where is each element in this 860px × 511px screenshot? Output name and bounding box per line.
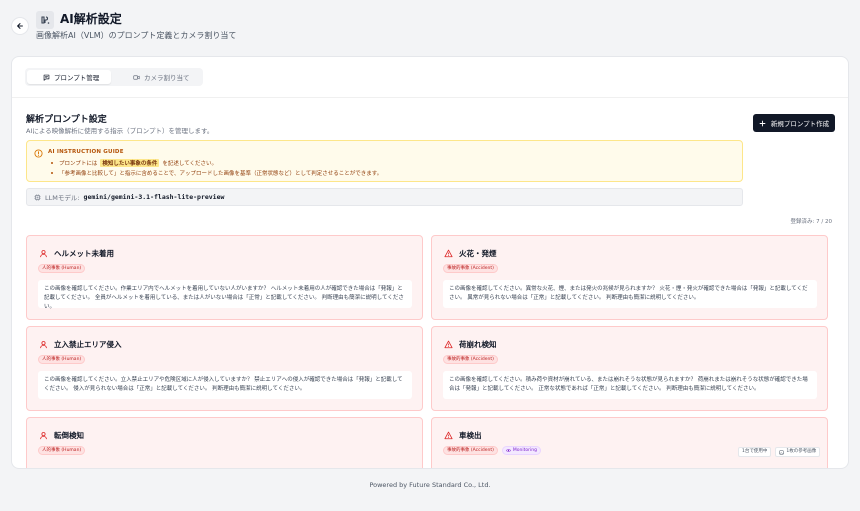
back-button[interactable] bbox=[11, 17, 29, 35]
prompt-body: この画像を確認してください。異常な火花、煙、または発火の兆候が見られますか？ 火… bbox=[443, 280, 817, 308]
video-icon bbox=[133, 74, 140, 80]
settings-card: プロンプト管理 カメラ割り当て 解析プロンプト設定 AIによる映像解析に使用する… bbox=[11, 56, 849, 469]
prompt-card-header: ヘルメット未着用 bbox=[39, 248, 114, 259]
prompt-card[interactable]: 車検出 事故的事象 (Accident) Monitoring bbox=[431, 417, 828, 468]
category-badge: 事故的事象 (Accident) bbox=[443, 446, 498, 455]
warning-icon bbox=[444, 249, 453, 258]
arrow-left-icon bbox=[17, 23, 23, 29]
llm-model-bar: LLMモデル: gemini/gemini-3.1-flash-lite-pre… bbox=[26, 188, 743, 206]
warning-icon bbox=[444, 340, 453, 349]
prompt-card[interactable]: 立入禁止エリア侵入 人的事象 (Human) この画像を確認してください。立入禁… bbox=[26, 326, 423, 411]
registered-count: 登録済み: 7 / 20 bbox=[790, 219, 832, 225]
tab-camera-assignment[interactable]: カメラ割り当て bbox=[125, 70, 201, 84]
tab-prompt-management[interactable]: プロンプト管理 bbox=[27, 70, 111, 84]
category-badge: 人的事象 (Human) bbox=[38, 264, 86, 273]
prompt-card-header: 荷崩れ検知 bbox=[444, 339, 497, 350]
camera-usage: 1台で使用中 bbox=[738, 447, 772, 457]
monitoring-label: Monitoring bbox=[512, 448, 537, 453]
reference-image-label: 1枚の参考画像 bbox=[786, 449, 817, 454]
guide-line: プロンプトには 検知したい事象の条件 を記述してください。 bbox=[51, 159, 217, 167]
warning-icon bbox=[444, 431, 453, 440]
guide-title: AI INSTRUCTION GUIDE bbox=[48, 149, 124, 155]
prompt-card-header: 車検出 bbox=[444, 430, 482, 441]
user-icon bbox=[39, 431, 48, 440]
divider bbox=[12, 97, 848, 98]
eye-icon bbox=[505, 449, 511, 452]
image-icon bbox=[779, 450, 785, 454]
category-badge: 人的事象 (Human) bbox=[38, 446, 86, 455]
user-icon bbox=[39, 340, 48, 349]
new-prompt-button[interactable]: 新規プロンプト作成 bbox=[753, 114, 835, 132]
prompt-title: 車検出 bbox=[459, 431, 482, 440]
llm-label: LLMモデル: bbox=[45, 194, 80, 202]
message-icon bbox=[43, 74, 50, 81]
prompt-title: 荷崩れ検知 bbox=[459, 340, 497, 349]
prompt-title: 転倒検知 bbox=[54, 431, 84, 440]
prompt-title: 火花・発煙 bbox=[459, 249, 497, 258]
guide-text: を記述してください。 bbox=[162, 161, 218, 167]
section-title: 解析プロンプト設定 bbox=[26, 115, 107, 125]
prompt-body: この画像を確認してください。作業エリア内でヘルメットを着用していない人がいますか… bbox=[38, 280, 412, 310]
new-prompt-label: 新規プロンプト作成 bbox=[770, 120, 830, 128]
prompt-card[interactable]: 火花・発煙 事故的事象 (Accident) この画像を確認してください。異常な… bbox=[431, 235, 828, 320]
ai-icon bbox=[36, 11, 54, 29]
bullet bbox=[51, 162, 53, 164]
plus-icon bbox=[759, 120, 766, 126]
prompt-title: 立入禁止エリア侵入 bbox=[54, 340, 122, 349]
prompt-card[interactable]: ヘルメット未着用 人的事象 (Human) この画像を確認してください。作業エリ… bbox=[26, 235, 423, 320]
info-icon bbox=[34, 149, 43, 158]
bullet bbox=[51, 172, 53, 174]
prompt-card-header: 火花・発煙 bbox=[444, 248, 497, 259]
user-icon bbox=[39, 249, 48, 258]
section-description: AIによる映像解析に使用する指示（プロンプト）を管理します。 bbox=[26, 127, 214, 135]
prompt-card-header: 立入禁止エリア侵入 bbox=[39, 339, 122, 350]
prompt-card-header: 転倒検知 bbox=[39, 430, 84, 441]
category-badge: 事故的事象 (Accident) bbox=[443, 355, 498, 364]
guide-highlight: 検知したい事象の条件 bbox=[100, 159, 160, 167]
tab-label: カメラ割り当て bbox=[144, 74, 190, 82]
monitoring-badge: Monitoring bbox=[501, 446, 541, 455]
footer: Powered by Future Standard Co., Ltd. bbox=[369, 481, 491, 489]
category-badge: 事故的事象 (Accident) bbox=[443, 264, 498, 273]
prompt-body: この画像を確認してください。積み荷や資材が崩れている、または崩れそうな状態が見ら… bbox=[443, 371, 817, 399]
prompt-body: この画像を確認してください。立入禁止エリアや危険区域に人が侵入していますか？ 禁… bbox=[38, 371, 412, 399]
guide-line: 「参考画像と比較して」と指示に含めることで、アップロードした画像を基準（正常状態… bbox=[51, 169, 382, 177]
instruction-guide: AI INSTRUCTION GUIDE プロンプトには 検知したい事象の条件 … bbox=[26, 140, 743, 182]
tab-label: プロンプト管理 bbox=[54, 74, 100, 82]
guide-text: プロンプトには bbox=[59, 161, 98, 167]
prompt-card[interactable]: 転倒検知 人的事象 (Human) bbox=[26, 417, 423, 468]
tab-bar: プロンプト管理 カメラ割り当て bbox=[25, 68, 203, 86]
page-title: AI解析設定 bbox=[60, 12, 122, 26]
reference-image-count: 1枚の参考画像 bbox=[775, 447, 821, 457]
cpu-icon bbox=[34, 193, 41, 201]
page-subtitle: 画像解析AI（VLM）のプロンプト定義とカメラ割り当て bbox=[36, 31, 237, 40]
prompt-card[interactable]: 荷崩れ検知 事故的事象 (Accident) この画像を確認してください。積み荷… bbox=[431, 326, 828, 411]
llm-model-value: gemini/gemini-3.1-flash-lite-preview bbox=[83, 193, 225, 201]
usage-meta: 1台で使用中 1枚の参考画像 bbox=[738, 447, 821, 457]
category-badge: 人的事象 (Human) bbox=[38, 355, 86, 364]
prompt-title: ヘルメット未着用 bbox=[54, 249, 114, 258]
guide-text: 「参考画像と比較して」と指示に含めることで、アップロードした画像を基準（正常状態… bbox=[59, 171, 383, 177]
